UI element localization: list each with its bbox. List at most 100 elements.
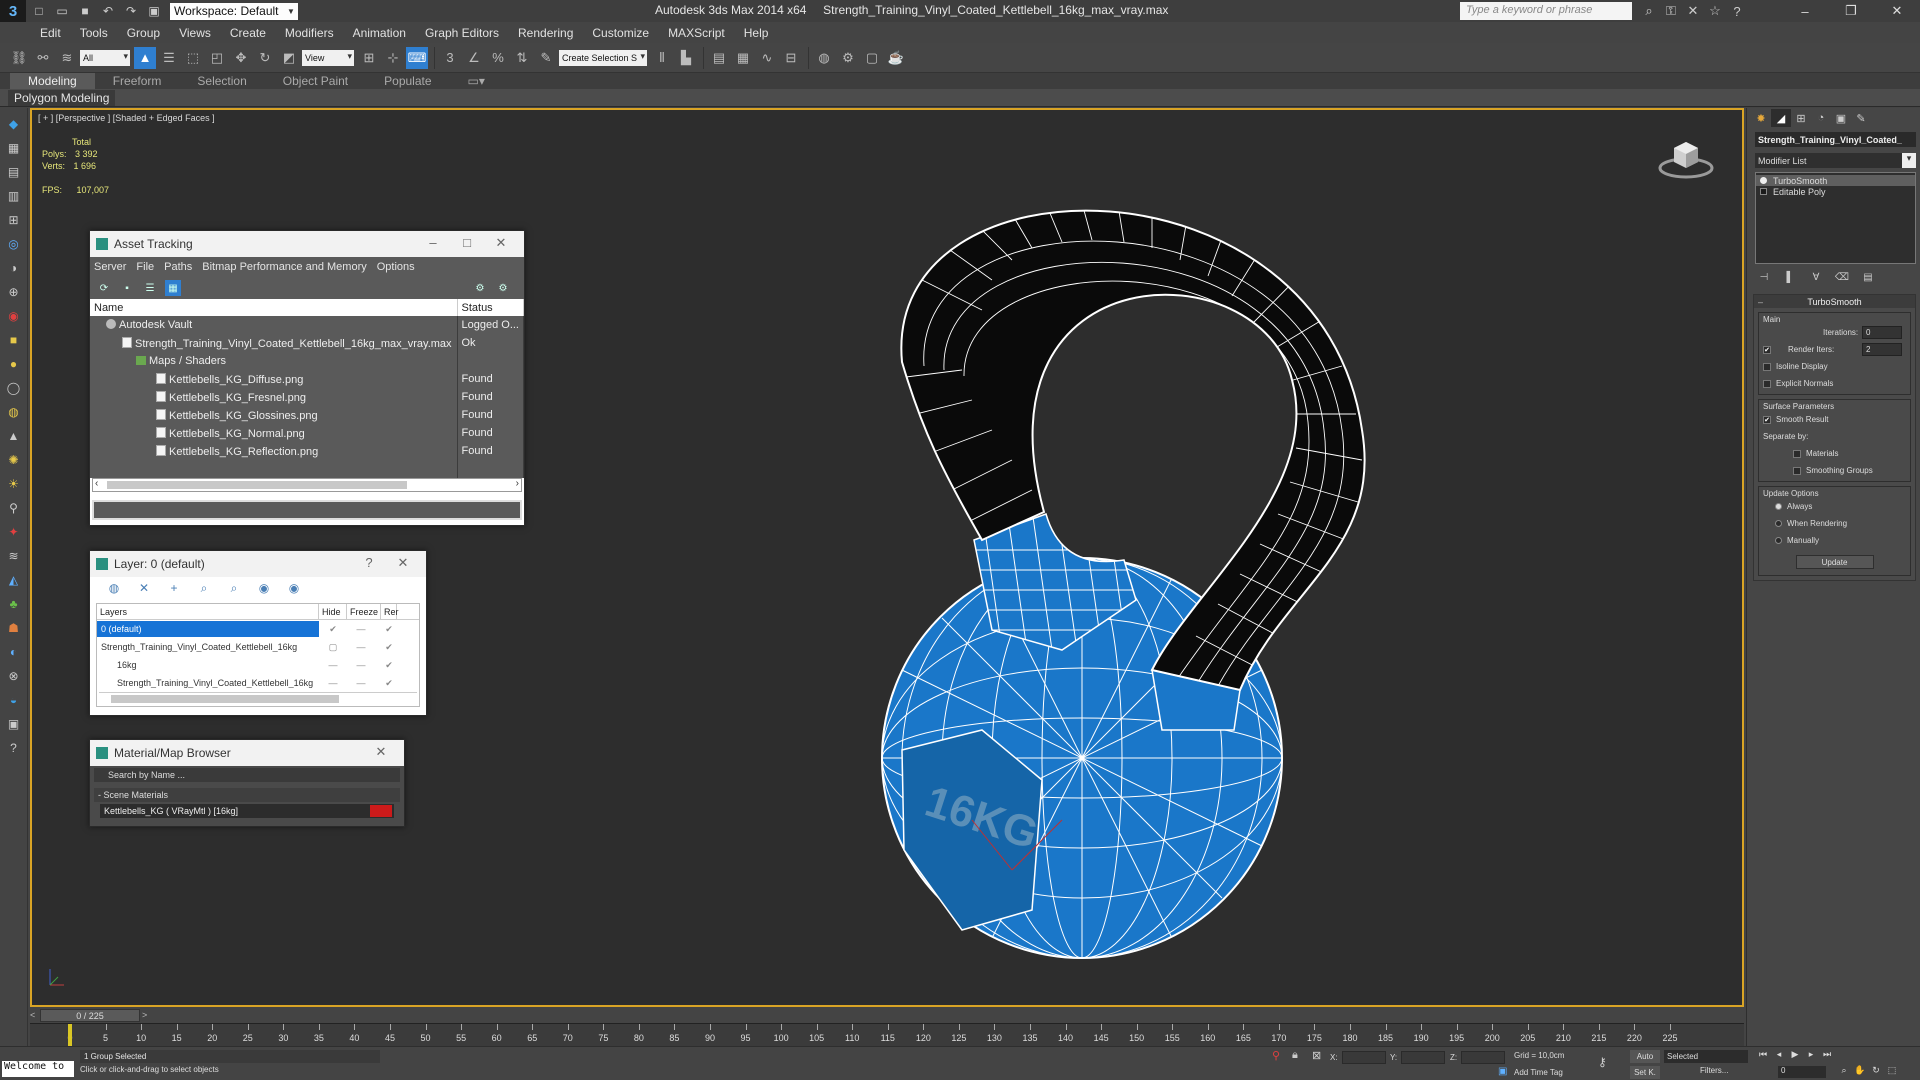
- when-rendering-radio[interactable]: [1775, 520, 1782, 527]
- key-filter-dropdown[interactable]: Selected: [1664, 1050, 1748, 1063]
- menu-rendering[interactable]: Rendering: [518, 26, 573, 40]
- select-rotate-icon[interactable]: ↻: [254, 47, 276, 69]
- link-icon[interactable]: ⛓: [8, 47, 30, 69]
- cylinder-primitive-icon[interactable]: ◯: [4, 378, 24, 398]
- table-row[interactable]: Kettlebells_KG_Reflection.png Found: [90, 442, 524, 460]
- edit-named-selection-icon[interactable]: ✎: [535, 47, 557, 69]
- freeze-toggle[interactable]: —: [347, 642, 375, 652]
- list-item[interactable]: 0 (default) ✔ — ✔: [97, 620, 419, 638]
- angle-snap-icon[interactable]: ∠: [463, 47, 485, 69]
- create-cameras-icon[interactable]: ▥: [4, 186, 24, 206]
- asset-menu-bitmap-performance[interactable]: Bitmap Performance and Memory: [202, 261, 366, 273]
- menu-animation[interactable]: Animation: [353, 26, 406, 40]
- minimize-icon[interactable]: –: [416, 235, 450, 251]
- globe-icon[interactable]: ◐: [4, 642, 24, 662]
- object-name-field[interactable]: Strength_Training_Vinyl_Coated_: [1755, 132, 1916, 147]
- menu-edit[interactable]: Edit: [40, 26, 61, 40]
- track-view-icon[interactable]: ◒: [4, 690, 24, 710]
- align-icon[interactable]: ▙: [675, 47, 697, 69]
- isoline-checkbox[interactable]: [1763, 362, 1771, 371]
- create-tab-icon[interactable]: ✸: [1751, 109, 1771, 127]
- modify-tab-icon[interactable]: ◢: [1771, 109, 1791, 127]
- app-logo-icon[interactable]: 3: [0, 0, 26, 22]
- iterations-spinner[interactable]: 0: [1862, 326, 1902, 339]
- layer-col-hide[interactable]: Hide: [319, 604, 347, 619]
- render-iters-spinner[interactable]: 2: [1862, 343, 1902, 356]
- freeze-all-layers-icon[interactable]: ◉: [284, 581, 304, 595]
- render-toggle[interactable]: ✔: [375, 660, 403, 671]
- auto-key-button[interactable]: Auto: [1630, 1050, 1660, 1063]
- window-crossing-icon[interactable]: ◰: [206, 47, 228, 69]
- snaps-toggle-icon[interactable]: 3: [439, 47, 461, 69]
- bind-space-warp-icon[interactable]: ≋: [56, 47, 78, 69]
- particles-icon[interactable]: ⊕: [4, 282, 24, 302]
- turbosmooth-rollout-header[interactable]: TurboSmooth: [1754, 295, 1915, 308]
- torus-primitive-icon[interactable]: ◍: [4, 402, 24, 422]
- prev-key-icon[interactable]: ◂: [1771, 1049, 1787, 1063]
- manually-radio[interactable]: [1775, 537, 1782, 544]
- render-toggle[interactable]: ✔: [375, 642, 403, 653]
- open-file-icon[interactable]: ▭: [52, 2, 72, 20]
- material-search-input[interactable]: Search by Name ...: [94, 768, 400, 782]
- create-geometry-icon[interactable]: ◆: [4, 114, 24, 134]
- render-toggle[interactable]: ✔: [375, 624, 403, 635]
- space-warps-icon[interactable]: ◎: [4, 234, 24, 254]
- motion-tab-icon[interactable]: ◔: [1811, 109, 1831, 127]
- freeze-toggle[interactable]: —: [347, 660, 375, 670]
- lock-selection-icon[interactable]: 🔒︎: [1292, 1049, 1298, 1062]
- rendered-frame-window-icon[interactable]: ▢: [861, 47, 883, 69]
- x-field[interactable]: [1341, 1051, 1386, 1064]
- layer-col-freeze[interactable]: Freeze: [347, 604, 381, 619]
- close-icon[interactable]: ✕: [386, 555, 420, 571]
- table-row[interactable]: Kettlebells_KG_Normal.png Found: [90, 424, 524, 442]
- help-circle-icon[interactable]: ?: [4, 738, 24, 758]
- binoculars-icon[interactable]: ⌕: [1638, 2, 1660, 20]
- render-iters-checkbox[interactable]: ✔: [1763, 345, 1771, 354]
- asset-menu-server[interactable]: Server: [94, 261, 126, 273]
- save-file-icon[interactable]: ■: [75, 2, 95, 20]
- perspective-viewport[interactable]: [ + ] [Perspective ] [Shaded + Edged Fac…: [30, 108, 1744, 1007]
- vault-options-icon[interactable]: ⚙: [495, 280, 511, 296]
- minimize-icon[interactable]: –: [1782, 0, 1828, 22]
- scene-explorer-icon[interactable]: ▣: [4, 714, 24, 734]
- layer-col-render[interactable]: Rer: [381, 604, 399, 619]
- stack-item-turbosmooth[interactable]: TurboSmooth: [1756, 175, 1915, 186]
- foliage-icon[interactable]: ♣: [4, 594, 24, 614]
- polygon-modeling-panel[interactable]: Polygon Modeling: [8, 90, 116, 106]
- scene-materials-group[interactable]: - Scene Materials: [94, 788, 400, 802]
- curve-editor-icon[interactable]: ∿: [756, 47, 778, 69]
- box-primitive-icon[interactable]: ■: [4, 330, 24, 350]
- cloth-icon[interactable]: ◭: [4, 570, 24, 590]
- close-icon[interactable]: ✕: [364, 744, 398, 760]
- scroll-left-icon[interactable]: ‹: [95, 478, 98, 489]
- select-scale-icon[interactable]: ◩: [278, 47, 300, 69]
- expand-box-icon[interactable]: [1760, 188, 1767, 195]
- viewcube-icon[interactable]: [1656, 132, 1716, 182]
- goto-start-icon[interactable]: ⏮: [1755, 1049, 1771, 1063]
- modifier-helper-icon[interactable]: ⊗: [4, 666, 24, 686]
- key-filters-button[interactable]: Filters...: [1700, 1066, 1728, 1075]
- layer-col-layers[interactable]: Layers: [97, 604, 319, 619]
- asset-path-field[interactable]: [92, 500, 522, 520]
- hierarchy-tab-icon[interactable]: ⊞: [1791, 109, 1811, 127]
- zoom-icon[interactable]: ⌕: [1836, 1065, 1852, 1079]
- pin-stack-icon[interactable]: ⊣: [1755, 270, 1773, 284]
- next-key-icon[interactable]: ▸: [1803, 1049, 1819, 1063]
- help-search-input[interactable]: Type a keyword or phrase: [1460, 2, 1632, 20]
- hide-all-layers-icon[interactable]: ◉: [254, 581, 274, 595]
- isolate-selection-icon[interactable]: ⚲: [1272, 1049, 1280, 1062]
- time-tag-icon[interactable]: ▣: [1498, 1066, 1507, 1077]
- add-time-tag[interactable]: Add Time Tag: [1514, 1068, 1563, 1077]
- pivot-center-icon[interactable]: ⊞: [358, 47, 380, 69]
- ribbon-options-icon[interactable]: ▭▾: [450, 73, 503, 89]
- list-item[interactable]: Strength_Training_Vinyl_Coated_Kettlebel…: [97, 638, 419, 656]
- select-move-icon[interactable]: ✥: [230, 47, 252, 69]
- scroll-thumb[interactable]: [111, 695, 339, 703]
- schematic-view-icon[interactable]: ⊟: [780, 47, 802, 69]
- dynamics-icon[interactable]: ✦: [4, 522, 24, 542]
- communication-icon[interactable]: ✕: [1682, 2, 1704, 20]
- light-bulb-icon[interactable]: ✺: [4, 450, 24, 470]
- highlight-layer-icon[interactable]: ⌕: [224, 581, 244, 596]
- table-row[interactable]: Strength_Training_Vinyl_Coated_Kettlebel…: [90, 334, 524, 352]
- layer-horizontal-scrollbar[interactable]: [99, 692, 417, 704]
